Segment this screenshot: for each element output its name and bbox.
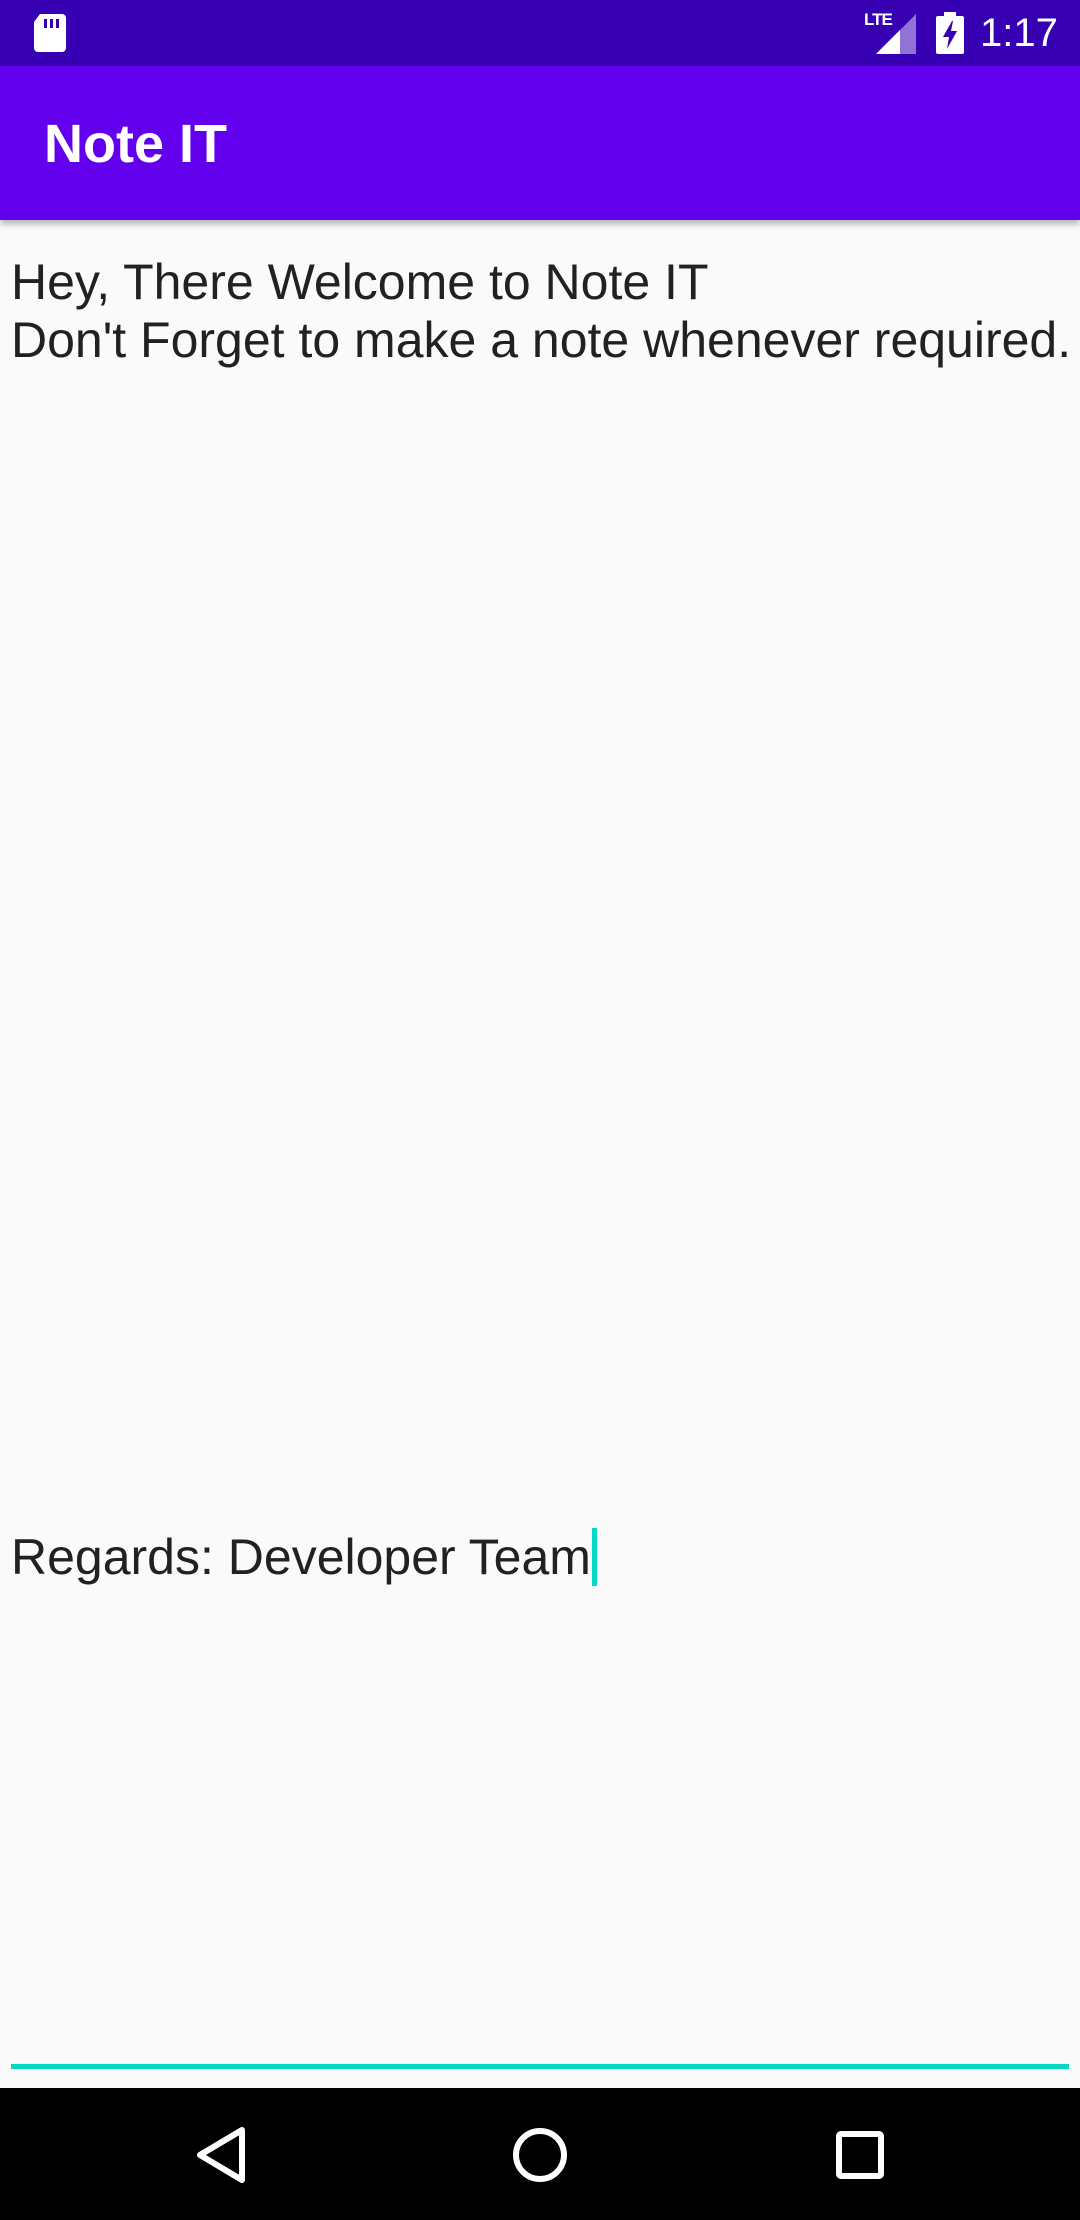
note-line-text: Regards: Developer Team (11, 1529, 591, 1585)
network-type-label: LTE (864, 10, 893, 29)
app-title: Note IT (44, 114, 227, 174)
back-icon[interactable] (186, 2120, 256, 2190)
recents-icon[interactable] (825, 2120, 895, 2190)
note-line: Hey, There Welcome to Note IT (11, 254, 709, 310)
text-cursor (591, 1528, 597, 1586)
app-screen: LTE 1:17 Note IT Hey, There Welcome to N… (0, 0, 1080, 2220)
sd-card-icon (34, 14, 66, 52)
battery-charging-icon (936, 12, 964, 54)
note-line-last: Regards: Developer Team (11, 1528, 597, 1586)
text-field-underline (11, 2064, 1069, 2069)
clock: 1:17 (980, 11, 1058, 55)
status-bar: LTE 1:17 (0, 0, 1080, 66)
app-bar: Note IT (0, 66, 1080, 220)
note-text-field[interactable]: Hey, There Welcome to Note IT Don't Forg… (0, 220, 1080, 2088)
navigation-bar (0, 2088, 1080, 2220)
home-icon[interactable] (505, 2120, 575, 2190)
note-line: Don't Forget to make a note whenever req… (11, 312, 1072, 368)
